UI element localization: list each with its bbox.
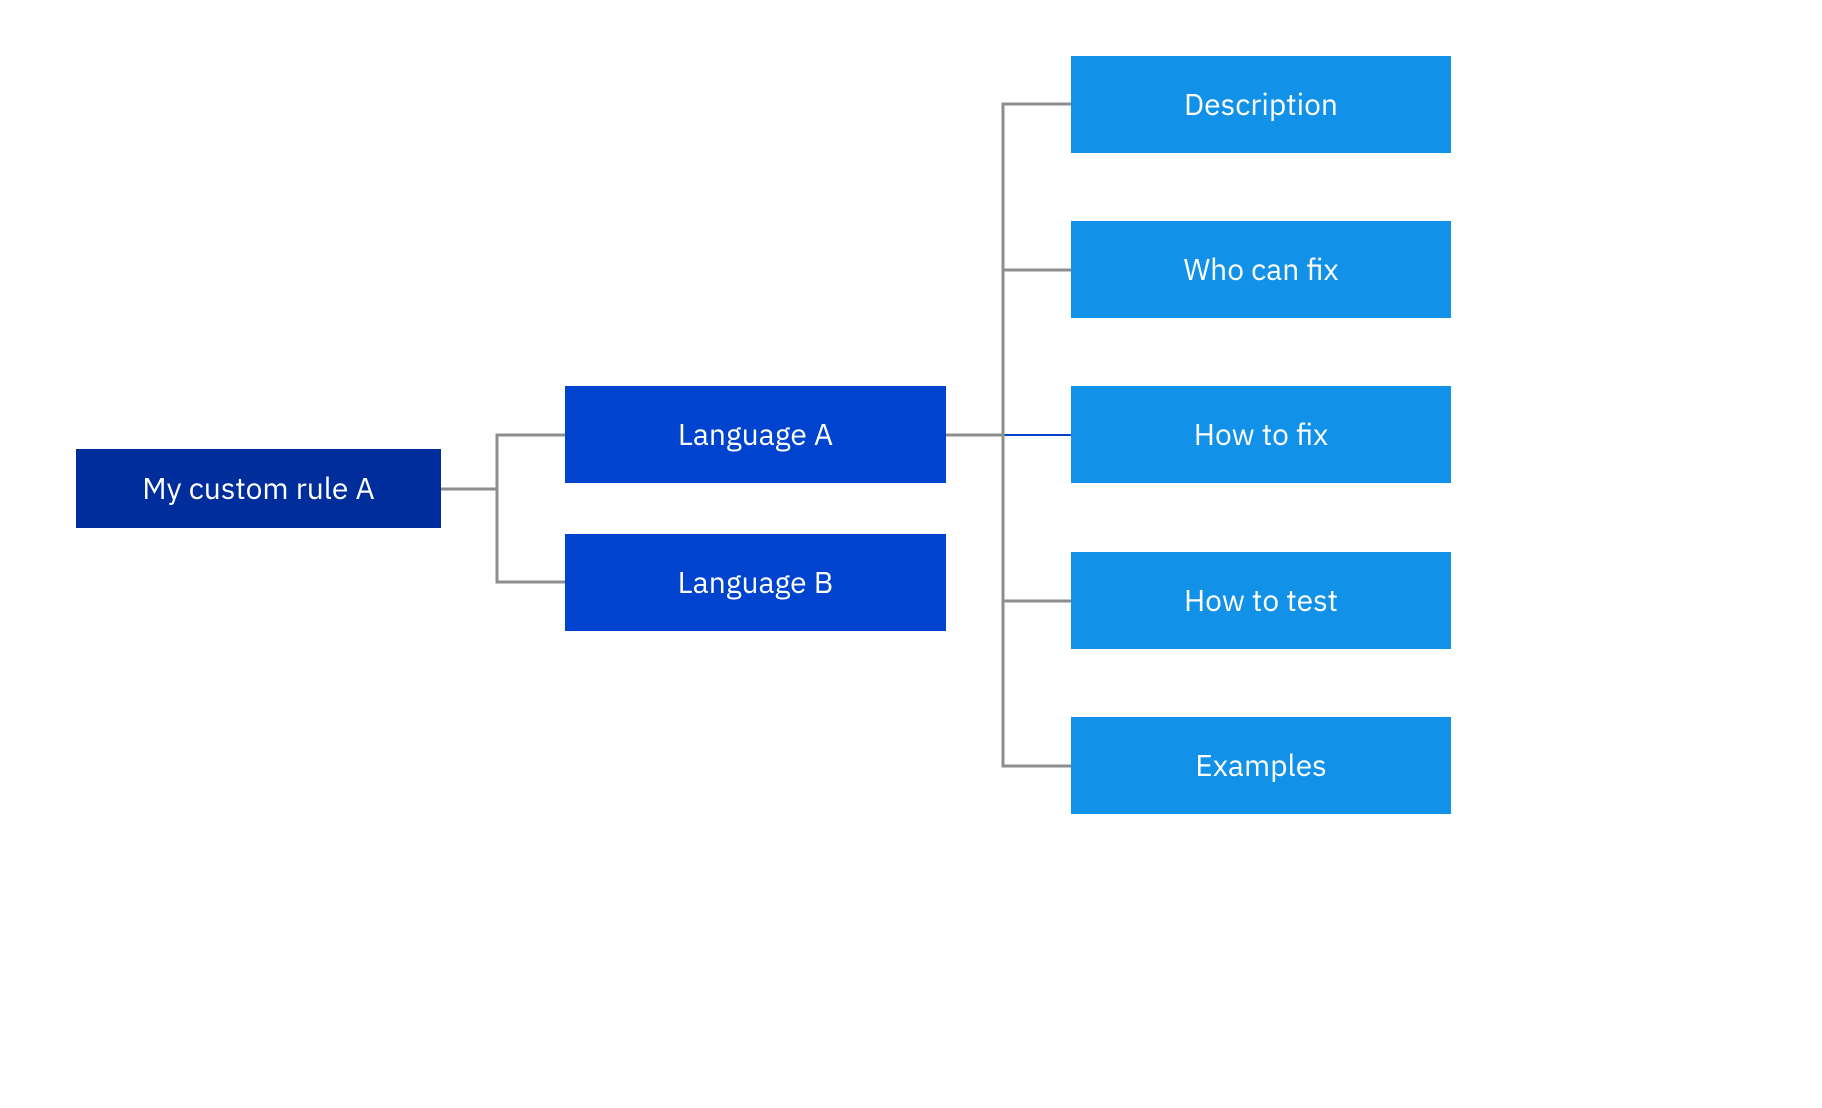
node-leaf-label: How to test [1184, 581, 1338, 620]
node-branch-label: Language A [678, 415, 833, 454]
node-root-label: My custom rule A [142, 469, 374, 508]
node-leaf-label: Description [1184, 85, 1338, 124]
node-leaf-how-to-fix: How to fix [1071, 386, 1451, 483]
node-leaf-examples: Examples [1071, 717, 1451, 814]
node-root: My custom rule A [76, 449, 441, 528]
node-leaf-who-can-fix: Who can fix [1071, 221, 1451, 318]
node-branch-language-a: Language A [565, 386, 946, 483]
node-leaf-label: Who can fix [1183, 250, 1338, 289]
node-branch-language-b: Language B [565, 534, 946, 631]
node-leaf-description: Description [1071, 56, 1451, 153]
diagram-canvas: My custom rule A Language A Language B D… [0, 0, 1822, 1108]
node-leaf-label: How to fix [1194, 415, 1329, 454]
node-branch-label: Language B [678, 563, 834, 602]
node-leaf-how-to-test: How to test [1071, 552, 1451, 649]
node-leaf-label: Examples [1195, 746, 1327, 785]
